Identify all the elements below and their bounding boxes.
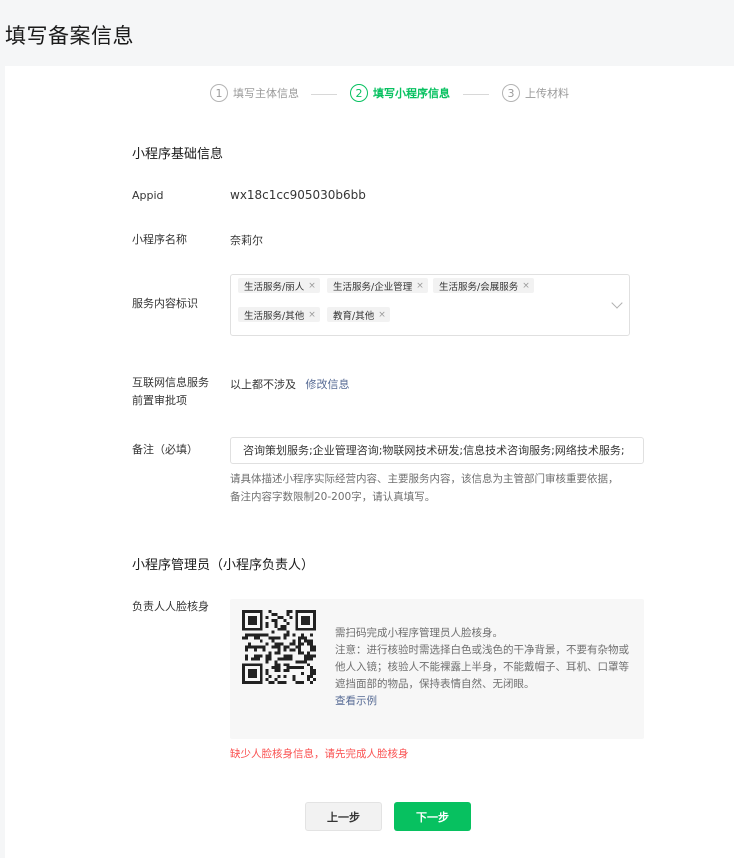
- step-2-label: 填写小程序信息: [373, 87, 450, 100]
- step-divider: [311, 94, 337, 95]
- service-tag: 生活服务/企业管理 ×: [327, 278, 428, 293]
- appid-label: Appid: [132, 189, 164, 202]
- face-verify-label: 负责人人脸核身: [132, 600, 209, 613]
- internet-service-value-row: 以上都不涉及 修改信息: [230, 376, 350, 392]
- next-step-button[interactable]: 下一步: [394, 802, 471, 831]
- form-card: 1 填写主体信息 2 填写小程序信息 3 上传材料 小程序基础信息 Appid …: [5, 66, 734, 858]
- tag-close-icon[interactable]: ×: [378, 310, 386, 320]
- service-tag-label: 生活服务/企业管理: [333, 281, 413, 293]
- step-indicator: 1 填写主体信息 2 填写小程序信息 3 上传材料: [5, 84, 734, 106]
- step-1-label: 填写主体信息: [233, 87, 299, 100]
- name-value: 奈莉尔: [230, 234, 263, 247]
- tag-close-icon[interactable]: ×: [416, 281, 424, 291]
- internet-service-label-line: 前置审批项: [132, 394, 187, 407]
- step-2-number: 2: [350, 84, 368, 102]
- service-tag: 生活服务/其他 ×: [238, 307, 320, 322]
- admin-section-title: 小程序管理员（小程序负责人）: [132, 558, 315, 573]
- service-tag: 教育/其他 ×: [327, 307, 390, 322]
- tag-close-icon[interactable]: ×: [308, 281, 316, 291]
- chevron-down-icon[interactable]: [611, 297, 623, 309]
- remark-input[interactable]: 咨询策划服务;企业管理咨询;物联网技术研发;信息技术咨询服务;网络技术服务;: [230, 437, 644, 464]
- step-3: 3 上传材料: [502, 84, 569, 102]
- step-1-number: 1: [210, 84, 228, 102]
- step-3-number: 3: [502, 84, 520, 102]
- name-label: 小程序名称: [132, 233, 187, 246]
- step-3-label: 上传材料: [525, 87, 569, 100]
- service-tag-label: 生活服务/丽人: [244, 281, 305, 293]
- service-tag-label: 生活服务/其他: [244, 310, 305, 322]
- service-tag-label: 生活服务/会展服务: [439, 281, 519, 293]
- remark-hint: 请具体描述小程序实际经营内容、主要服务内容，该信息为主管部门审核重要依据， 备注…: [230, 470, 650, 506]
- remark-hint-line: 备注内容字数限制20-200字，请认真填写。: [230, 491, 436, 503]
- step-1: 1 填写主体信息: [210, 84, 299, 102]
- service-label: 服务内容标识: [132, 297, 198, 310]
- qr-code-image: [242, 610, 316, 684]
- view-example-link[interactable]: 查看示例: [335, 693, 635, 710]
- step-2: 2 填写小程序信息: [350, 84, 450, 102]
- tag-close-icon[interactable]: ×: [522, 281, 530, 291]
- remark-label: 备注（必填）: [132, 443, 198, 456]
- tag-close-icon[interactable]: ×: [308, 310, 316, 320]
- internet-service-value: 以上都不涉及: [230, 378, 296, 391]
- basic-section-title: 小程序基础信息: [132, 147, 224, 162]
- step-divider: [463, 94, 489, 95]
- face-verify-panel: 需扫码完成小程序管理员人脸核身。 注意：进行核验时需选择白色或浅色的干净背景，不…: [230, 599, 644, 739]
- service-tag-label: 教育/其他: [333, 310, 375, 322]
- service-tag: 生活服务/丽人 ×: [238, 278, 320, 293]
- face-verify-note: 注意：进行核验时需选择白色或浅色的干净背景，不要有杂物或他人入镜；核验人不能裸露…: [335, 644, 629, 690]
- service-tag-select[interactable]: 生活服务/丽人 × 生活服务/企业管理 × 生活服务/会展服务 × 生活服务/其他 × …: [230, 274, 630, 336]
- internet-service-label: 互联网信息服务 前置审批项: [132, 374, 209, 410]
- page-title: 填写备案信息: [5, 24, 134, 48]
- internet-service-label-line: 互联网信息服务: [132, 376, 209, 389]
- face-verify-instruction: 需扫码完成小程序管理员人脸核身。: [335, 627, 503, 639]
- modify-info-link[interactable]: 修改信息: [306, 378, 350, 391]
- face-verify-error: 缺少人脸核身信息，请先完成人脸核身: [230, 748, 409, 760]
- service-tag: 生活服务/会展服务 ×: [433, 278, 534, 293]
- appid-value: wx18c1cc905030b6bb: [230, 188, 366, 202]
- prev-step-button[interactable]: 上一步: [305, 802, 382, 831]
- face-verify-text: 需扫码完成小程序管理员人脸核身。 注意：进行核验时需选择白色或浅色的干净背景，不…: [335, 625, 635, 710]
- remark-hint-line: 请具体描述小程序实际经营内容、主要服务内容，该信息为主管部门审核重要依据，: [230, 473, 619, 485]
